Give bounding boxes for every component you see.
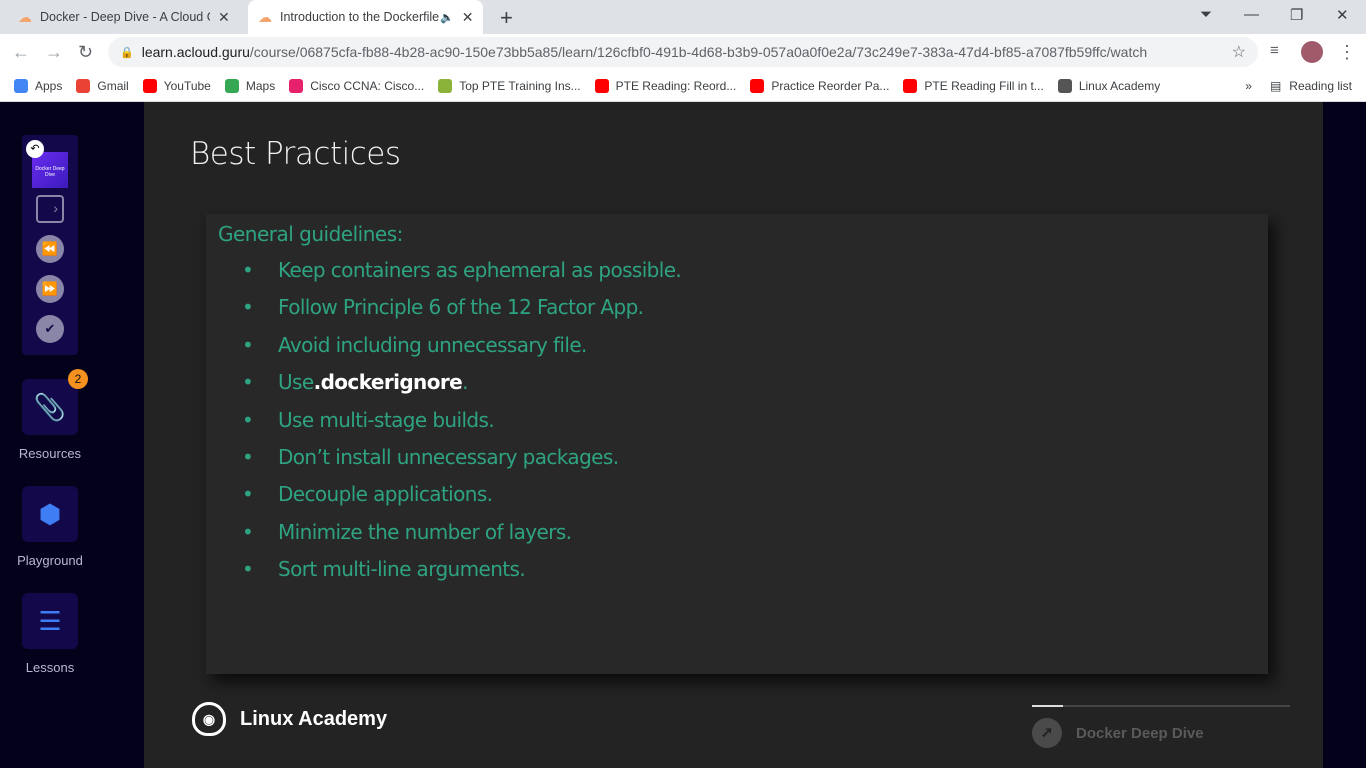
bullet-icon: • <box>242 519 254 544</box>
bullet-icon: • <box>242 445 254 469</box>
bookmark-item[interactable]: PTE Reading Fill in t... <box>903 78 1044 93</box>
reading-list-icon: ▤ <box>1269 78 1282 93</box>
slide-heading: General guidelines: <box>218 222 403 246</box>
bookmark-item[interactable]: Top PTE Training Ins... <box>438 78 581 93</box>
toggle-panel-icon[interactable]: › <box>36 195 64 223</box>
list-icon: ☰ <box>38 606 62 636</box>
mark-complete-icon[interactable]: ✔ <box>36 315 64 343</box>
reading-list-button[interactable]: ▤ Reading list <box>1270 79 1352 93</box>
bookmark-item[interactable]: YouTube <box>142 78 211 93</box>
bookmark-item[interactable]: Apps <box>14 78 62 93</box>
minimize-button[interactable]: — <box>1244 6 1259 23</box>
bookmark-item[interactable]: Cisco CCNA: Cisco... <box>289 78 424 93</box>
bookmark-favicon-icon <box>14 78 28 93</box>
owl-icon: ◉ <box>192 702 226 736</box>
forward-icon[interactable]: → <box>45 42 63 63</box>
code-text: .dockerignore <box>313 370 463 395</box>
bookmark-favicon-icon <box>1057 78 1072 93</box>
bullet-icon: • <box>242 370 254 395</box>
right-margin <box>1323 102 1366 768</box>
bullet-item: • Keep containers as ephemeral as possibl… <box>242 258 682 282</box>
resources-button[interactable]: 📎 <box>22 379 78 435</box>
compass-icon: ➚ <box>1032 718 1062 748</box>
bookmark-favicon-icon <box>289 78 304 93</box>
tab-search-icon[interactable]: ⏷ <box>1200 6 1212 23</box>
course-progress-bar <box>1032 705 1290 707</box>
playground-button[interactable]: ⬢ <box>22 486 78 542</box>
bullet-icon: • <box>242 482 254 507</box>
close-tab-icon[interactable]: ✕ <box>462 9 474 26</box>
bullet-item: • Sort multi-line arguments. <box>242 557 526 582</box>
playground-label: Playground <box>17 553 83 568</box>
course-name: ➚ Docker Deep Dive <box>1032 718 1204 748</box>
player-controls: Docker Deep Dive ↶ › ⏪ ⏩ ✔ <box>22 135 78 355</box>
tab-docker-deep-dive[interactable]: ☁Docker - Deep Dive - A Cloud Guru✕ <box>8 0 240 34</box>
bookmark-favicon-icon <box>142 78 157 93</box>
lessons-button[interactable]: ☰ <box>22 593 78 649</box>
bullet-icon: • <box>242 258 254 282</box>
bullet-item: • Avoid including unnecessary file. <box>242 332 587 357</box>
slide-title: Best Practices <box>190 136 401 172</box>
bullet-item: • Minimize the number of layers. <box>242 519 572 544</box>
cloud-icon: ☁ <box>18 8 32 25</box>
menu-icon[interactable]: ⋮ <box>1338 42 1356 63</box>
video-player[interactable]: Best Practices General guidelines: • Keep… <box>144 102 1323 768</box>
bookmark-item[interactable]: Linux Academy <box>1057 78 1160 93</box>
address-bar[interactable]: 🔒 learn.acloud.guru/course/06875cfa-fb88… <box>108 37 1258 67</box>
bullet-item: • Use .dockerignore. <box>242 370 468 395</box>
slide-content: General guidelines: • Keep containers as … <box>206 214 1268 674</box>
more-bookmarks-icon[interactable]: » <box>1245 79 1252 93</box>
reload-icon[interactable]: ↻ <box>78 42 93 63</box>
bullet-item: • Use multi-stage builds. <box>242 407 495 432</box>
bookmark-item[interactable]: Practice Reorder Pa... <box>750 78 889 93</box>
linux-academy-logo: ◉ Linux Academy <box>192 702 387 736</box>
bookmark-favicon-icon <box>750 78 765 93</box>
tab-introduction-dockerfile[interactable]: ☁ Introduction to the Dockerfile 🔈 ✕ <box>248 0 484 34</box>
bookmark-item[interactable]: Gmail <box>76 78 129 93</box>
back-icon[interactable]: ← <box>12 42 30 63</box>
new-tab-button[interactable]: + <box>500 5 513 31</box>
rewind-icon[interactable]: ⏪ <box>36 235 64 263</box>
avatar[interactable] <box>1301 41 1323 63</box>
bullet-icon: • <box>242 332 254 357</box>
bookmark-star-icon[interactable]: ☆ <box>1232 42 1246 62</box>
bullet-item: • Don’t install unnecessary packages. <box>242 445 619 469</box>
paperclip-icon: 📎 <box>33 392 67 422</box>
cloud-icon: ☁ <box>258 8 272 25</box>
bookmark-favicon-icon <box>438 78 453 93</box>
bullet-icon: • <box>242 295 254 320</box>
bullet-icon: • <box>242 407 254 432</box>
bookmark-favicon-icon <box>903 78 918 93</box>
back-arrow-icon[interactable]: ↶ <box>26 140 44 158</box>
lock-icon: 🔒 <box>120 46 134 59</box>
bookmark-favicon-icon <box>594 78 609 93</box>
bookmark-item[interactable]: Maps <box>224 78 275 93</box>
resources-badge: 2 <box>68 369 88 389</box>
close-window-button[interactable]: ✕ <box>1336 6 1349 24</box>
bookmark-favicon-icon <box>76 78 91 93</box>
fast-forward-icon[interactable]: ⏩ <box>36 275 64 303</box>
close-tab-icon[interactable]: ✕ <box>218 9 230 26</box>
bookmark-favicon-icon <box>224 78 239 93</box>
bullet-icon: • <box>242 557 254 582</box>
restore-button[interactable]: ❐ <box>1290 6 1303 24</box>
cube-icon: ⬢ <box>38 499 62 529</box>
bullet-item: • Decouple applications. <box>242 482 493 507</box>
bookmarks-bar: Apps Gmail YouTube Maps Cisco CCNA: Cisco...… <box>0 70 1366 102</box>
media-control-icon[interactable]: ≡ <box>1270 42 1279 59</box>
bullet-item: • Follow Principle 6 of the 12 Factor App… <box>242 295 644 320</box>
bookmark-item[interactable]: PTE Reading: Reord... <box>594 78 736 93</box>
resources-label: Resources <box>18 446 82 461</box>
lessons-label: Lessons <box>25 660 75 675</box>
audio-icon[interactable]: 🔈 <box>440 11 454 24</box>
browser-toolbar: ← → ↻ 🔒 learn.acloud.guru/course/06875cf… <box>0 34 1366 70</box>
tab-bar: ☁Docker - Deep Dive - A Cloud Guru✕ ☁Int… <box>0 0 1366 34</box>
